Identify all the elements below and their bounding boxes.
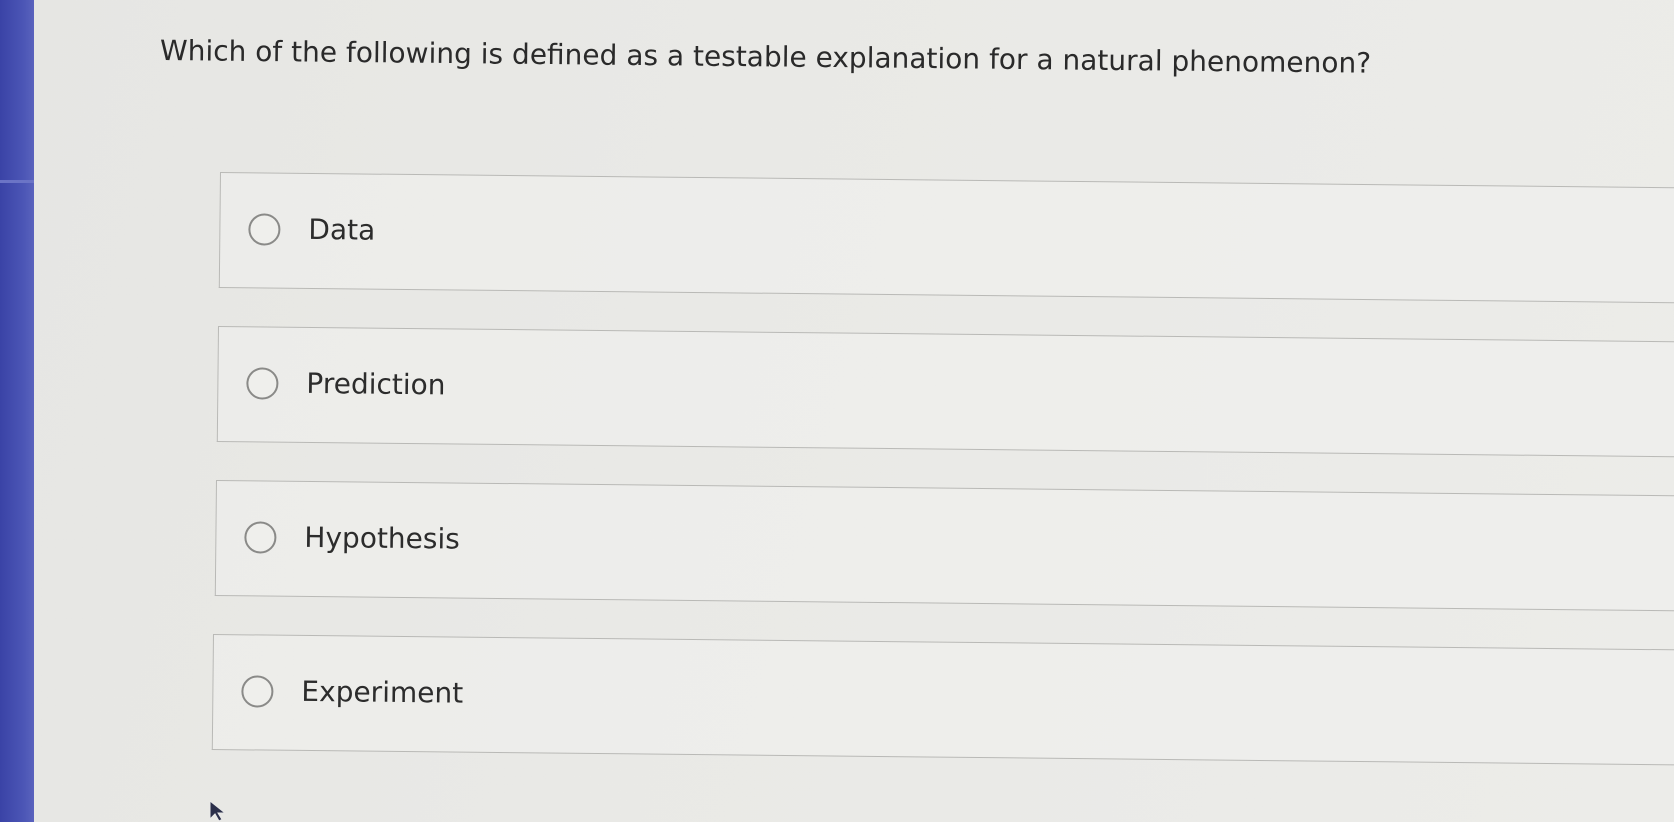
option-label: Data (308, 212, 376, 247)
option-label: Experiment (301, 674, 464, 710)
option-experiment[interactable]: Experiment (211, 634, 1674, 766)
answer-options: Data Prediction Hypothesis Experiment (0, 0, 1674, 822)
option-hypothesis[interactable]: Hypothesis (214, 480, 1674, 612)
option-prediction[interactable]: Prediction (216, 326, 1674, 458)
option-label: Hypothesis (304, 520, 461, 556)
radio-circle-icon[interactable] (244, 521, 277, 554)
option-label: Prediction (306, 366, 446, 402)
option-data[interactable]: Data (218, 172, 1674, 304)
radio-circle-icon[interactable] (241, 675, 274, 708)
radio-circle-icon[interactable] (246, 367, 279, 400)
mouse-pointer-icon (209, 800, 227, 822)
radio-circle-icon[interactable] (248, 213, 281, 246)
